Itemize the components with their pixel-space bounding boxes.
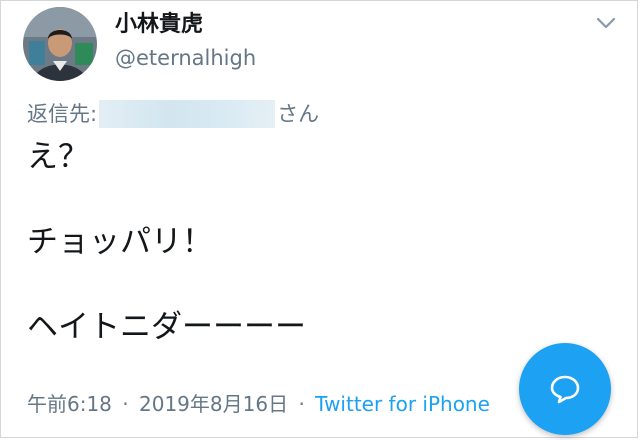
redacted-username xyxy=(99,100,276,128)
tweet-time[interactable]: 午前6:18 xyxy=(27,392,112,416)
reply-to-line: 返信先: さん xyxy=(27,99,319,129)
tweet-line: ヘイトニダーーーー xyxy=(27,309,306,345)
user-handle[interactable]: @eternalhigh xyxy=(115,45,256,71)
tweet-line: チョッパリ！ xyxy=(27,224,213,260)
tweet-source-link[interactable]: Twitter for iPhone xyxy=(315,392,490,416)
tweet-text: え？ チョッパリ！ ヘイトニダーーーー xyxy=(27,137,306,347)
display-name[interactable]: 小林貴虎 xyxy=(115,11,203,39)
meta-separator: · xyxy=(122,392,129,416)
tweet-card: 小林貴虎 @eternalhigh 返信先: さん え？ チョッパリ！ ヘイトニ… xyxy=(0,0,638,438)
tweet-meta: 午前6:18 · 2019年8月16日 · Twitter for iPhone xyxy=(27,390,490,418)
tweet-date[interactable]: 2019年8月16日 xyxy=(139,392,288,416)
reply-bubble-icon xyxy=(550,375,580,404)
reply-to-prefix: 返信先: xyxy=(27,102,98,126)
reply-to-suffix: さん xyxy=(277,102,320,126)
meta-separator: · xyxy=(298,392,305,416)
chevron-down-icon[interactable] xyxy=(595,15,617,31)
profile-photo-icon xyxy=(23,7,97,81)
reply-fab-button[interactable] xyxy=(519,343,611,435)
avatar[interactable] xyxy=(23,7,97,81)
tweet-line: え？ xyxy=(27,139,89,175)
